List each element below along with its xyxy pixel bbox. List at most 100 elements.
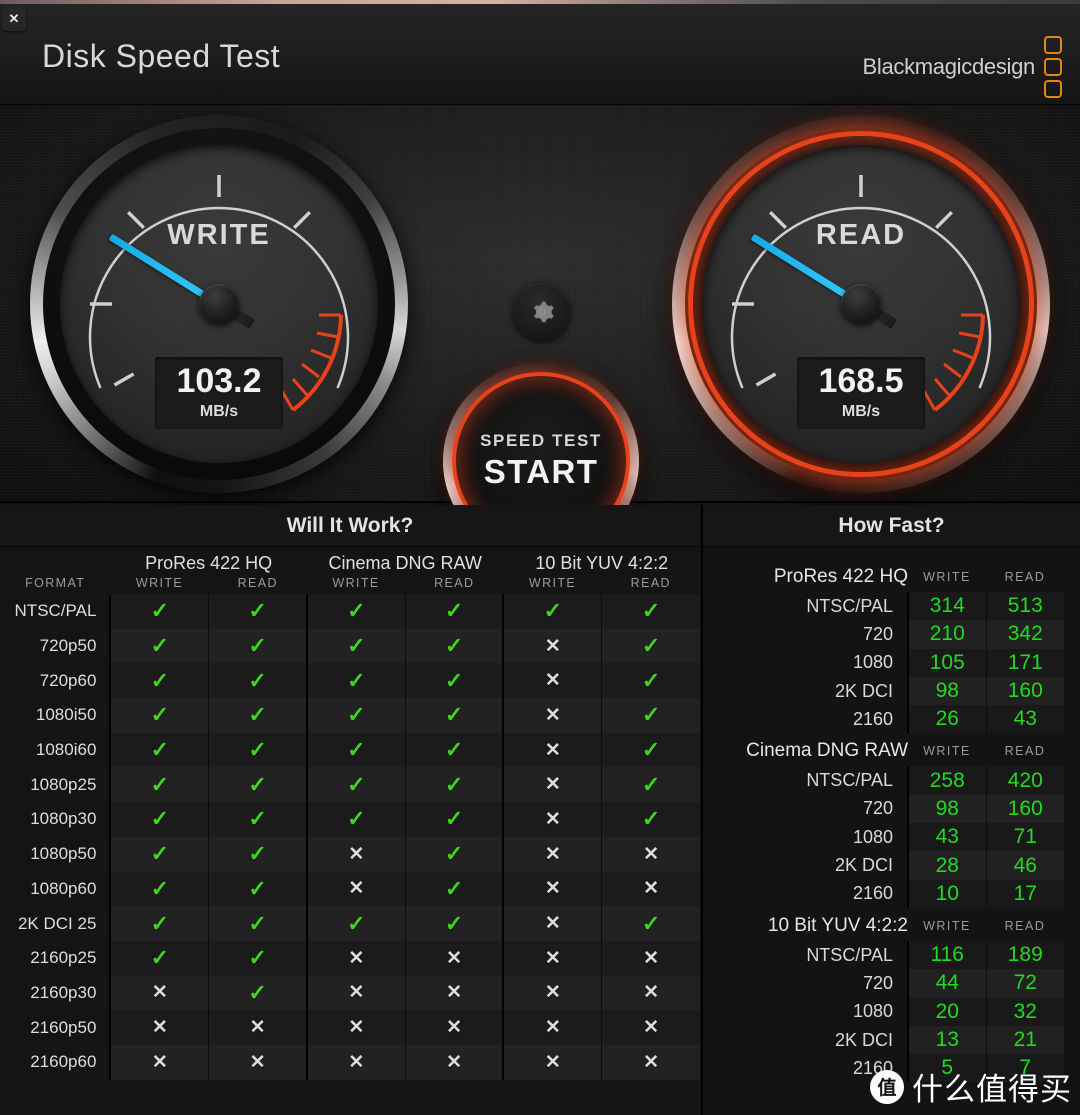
format-cell: 2K DCI 25 [0,906,110,941]
supported-cell: ✓ [110,629,208,664]
how-fast-read-value: 160 [986,677,1064,705]
format-cell: 2160p25 [0,941,110,976]
supported-cell: ✓ [209,976,307,1011]
will-it-work-table: ProRes 422 HQ Cinema DNG RAW 10 Bit YUV … [0,547,700,1080]
how-fast-read-value: 32 [986,998,1064,1026]
table-row: 1080i60✓✓✓✓✕✓ [0,733,700,768]
check-icon: ✓ [347,772,365,797]
cross-icon: ✕ [545,913,561,934]
start-button-label: START [484,453,599,491]
unsupported-cell: ✕ [503,802,601,837]
check-icon: ✓ [151,633,169,658]
unsupported-cell: ✕ [602,1045,700,1080]
write-gauge: WRITE 103.2 MB/s [30,115,408,493]
start-button-caption: SPEED TEST [480,431,602,451]
table-row: 2160p50✕✕✕✕✕✕ [0,1010,700,1045]
check-icon: ✓ [445,633,463,658]
supported-cell: ✓ [209,837,307,872]
codec-header-yuv: 10 Bit YUV 4:2:2 [503,547,700,576]
settings-button[interactable] [513,283,570,340]
format-column-header: FORMAT [0,576,110,594]
how-fast-write-header: WRITE [908,908,986,941]
supported-cell: ✓ [405,802,503,837]
read-value: 168.5 [797,364,925,398]
close-button[interactable]: ✕ [2,6,26,31]
check-icon: ✓ [151,806,169,831]
unsupported-cell: ✕ [307,976,405,1011]
unsupported-cell: ✕ [602,872,700,907]
check-icon: ✓ [347,633,365,658]
how-fast-read-value: 46 [986,851,1064,879]
brand-logo: Blackmagicdesign [862,36,1062,98]
table-row: 2K DCI98160 [703,677,1064,705]
table-row: 2160p30✕✓✕✕✕✕ [0,976,700,1011]
check-icon: ✓ [544,598,562,623]
cross-icon: ✕ [643,982,659,1003]
check-icon: ✓ [151,772,169,797]
how-fast-format-cell: 2K DCI [703,851,908,879]
how-fast-read-value: 420 [986,766,1064,794]
format-cell: 1080p60 [0,872,110,907]
check-icon: ✓ [642,772,660,797]
cross-icon: ✕ [348,948,364,969]
how-fast-format-cell: 720 [703,795,908,823]
subheader-row: FORMAT WRITE READ WRITE READ WRITE READ [0,576,700,594]
read-gauge-label: READ [702,219,1020,252]
table-row: 720p50✓✓✓✓✕✓ [0,629,700,664]
unsupported-cell: ✕ [503,837,601,872]
check-icon: ✓ [445,876,463,901]
how-fast-codec-name: Cinema DNG RAW [703,733,908,766]
check-icon: ✓ [642,633,660,658]
cross-icon: ✕ [446,982,462,1003]
how-fast-read-header: READ [986,908,1064,941]
cross-icon: ✕ [545,636,561,657]
read-gauge: READ 168.5 MB/s [672,115,1050,493]
cross-icon: ✕ [643,1052,659,1073]
supported-cell: ✓ [405,872,503,907]
table-row: 10802032 [703,998,1064,1026]
will-it-work-title: Will It Work? [0,505,700,547]
cross-icon: ✕ [152,982,168,1003]
check-icon: ✓ [445,668,463,693]
cross-icon: ✕ [545,948,561,969]
how-fast-write-value: 314 [908,592,986,620]
check-icon: ✓ [445,598,463,623]
how-fast-read-value: 171 [986,649,1064,677]
check-icon: ✓ [151,945,169,970]
how-fast-table: 10 Bit YUV 4:2:2WRITEREADNTSC/PAL1161897… [703,908,1064,1082]
unsupported-cell: ✕ [307,837,405,872]
how-fast-body: NTSC/PAL25842072098160108043712K DCI2846… [703,766,1064,907]
dng-write-header: WRITE [307,576,405,594]
unsupported-cell: ✕ [503,1010,601,1045]
write-gauge-label: WRITE [60,219,378,252]
supported-cell: ✓ [307,906,405,941]
supported-cell: ✓ [110,698,208,733]
how-fast-format-cell: 720 [703,620,908,648]
yuv-read-header: READ [602,576,700,594]
supported-cell: ✓ [307,733,405,768]
unsupported-cell: ✕ [602,941,700,976]
check-icon: ✓ [248,945,266,970]
supported-cell: ✓ [307,767,405,802]
check-icon: ✓ [151,841,169,866]
check-icon: ✓ [151,598,169,623]
read-readout: 168.5 MB/s [797,357,925,429]
unsupported-cell: ✕ [602,837,700,872]
check-icon: ✓ [642,911,660,936]
check-icon: ✓ [248,980,266,1005]
cross-icon: ✕ [545,844,561,865]
table-row: 2160p25✓✓✕✕✕✕ [0,941,700,976]
supported-cell: ✓ [405,733,503,768]
how-fast-codec-name: 10 Bit YUV 4:2:2 [703,908,908,941]
results-area: Will It Work? ProRes 422 HQ Cinema DNG R… [0,505,1080,1115]
how-fast-read-value: 71 [986,823,1064,851]
table-row: 7204472 [703,969,1064,997]
unsupported-cell: ✕ [503,663,601,698]
supported-cell: ✓ [602,802,700,837]
check-icon: ✓ [151,668,169,693]
supported-cell: ✓ [209,802,307,837]
cross-icon: ✕ [545,670,561,691]
unsupported-cell: ✕ [110,1010,208,1045]
unsupported-cell: ✕ [503,767,601,802]
cross-icon: ✕ [545,1017,561,1038]
